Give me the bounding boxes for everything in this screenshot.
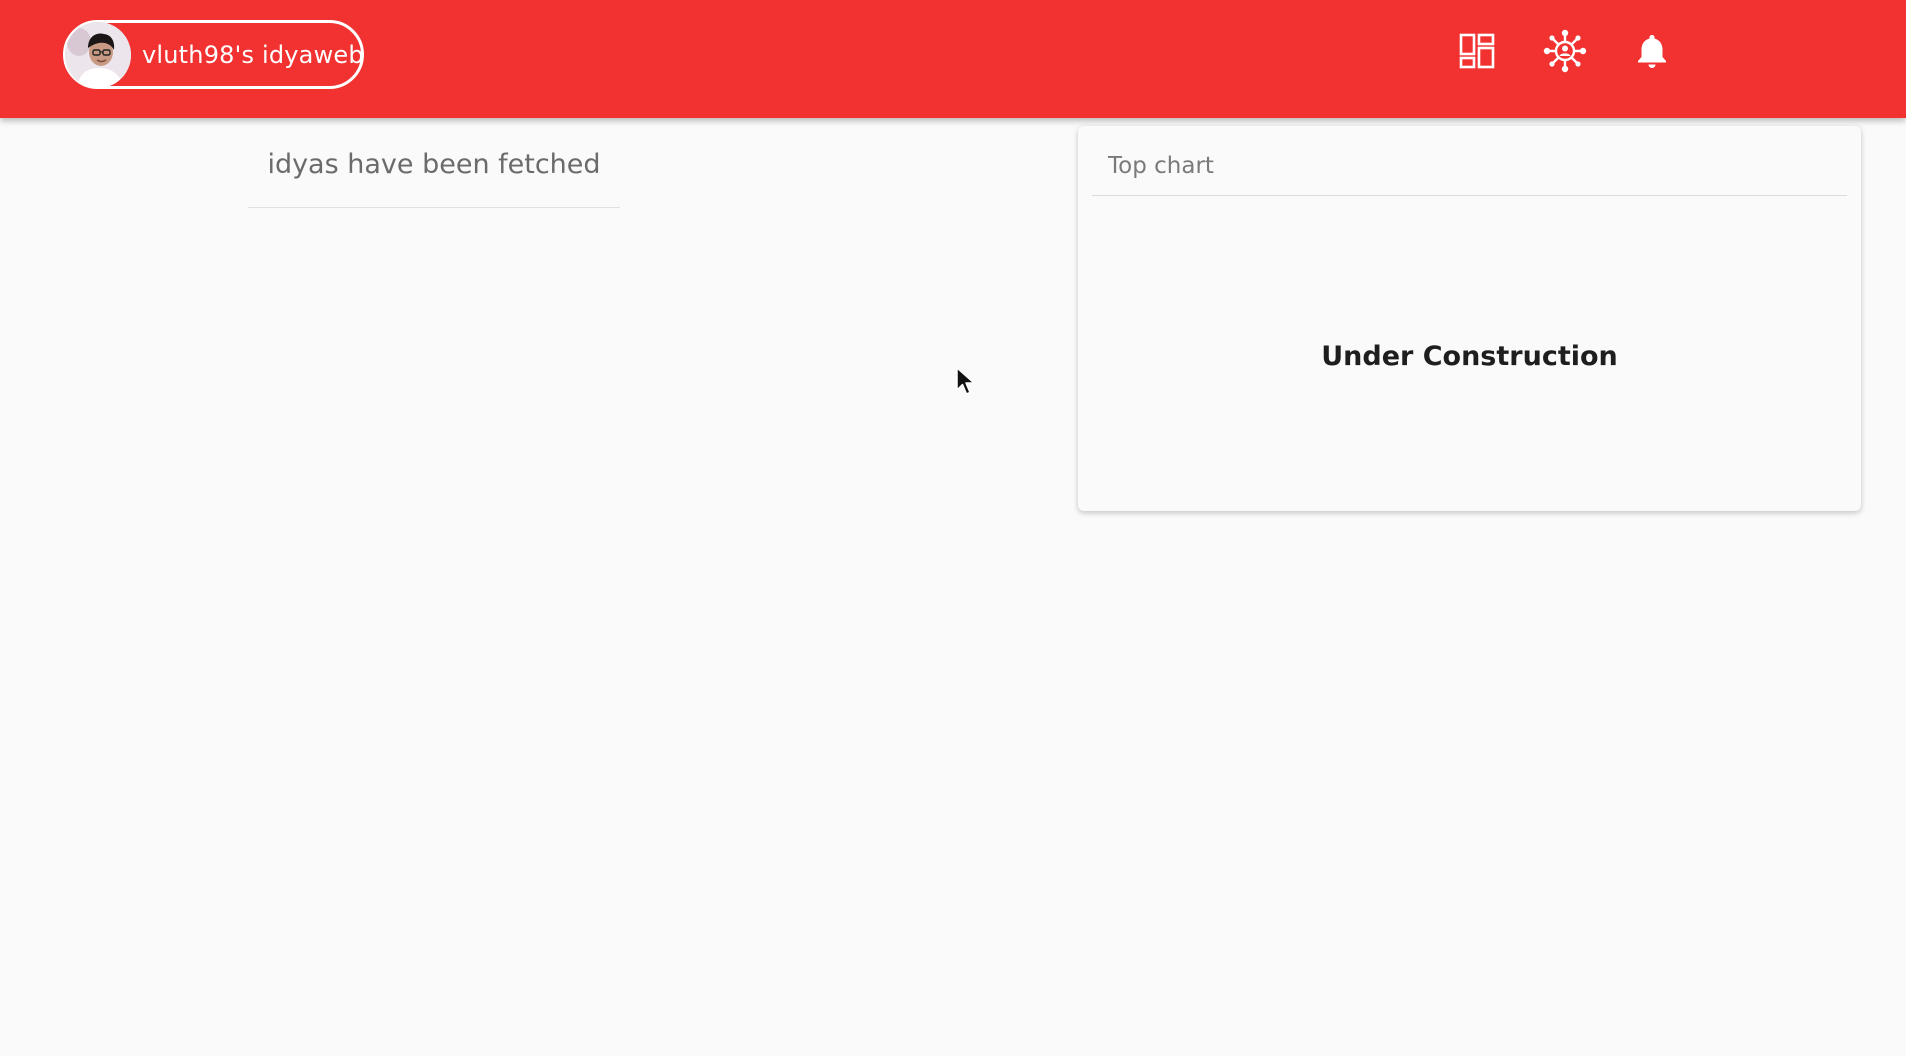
feed-header: idyas have been fetched — [248, 140, 620, 208]
profile-name: vluth98's idyaweb — [142, 40, 364, 69]
top-chart-card: Top chart Under Construction — [1078, 126, 1861, 511]
dashboard-icon[interactable] — [1455, 29, 1499, 73]
mouse-cursor-icon — [955, 366, 977, 400]
top-navigation-bar: vluth98's idyaweb — [0, 0, 1906, 118]
profile-button[interactable]: vluth98's idyaweb — [63, 20, 364, 89]
bell-icon[interactable] — [1630, 29, 1674, 73]
feed-status-text: idyas have been fetched — [267, 149, 601, 180]
under-construction-message: Under Construction — [1321, 341, 1618, 372]
avatar[interactable] — [65, 21, 131, 88]
card-title: Top chart — [1092, 126, 1847, 196]
network-hub-icon[interactable] — [1543, 29, 1587, 73]
